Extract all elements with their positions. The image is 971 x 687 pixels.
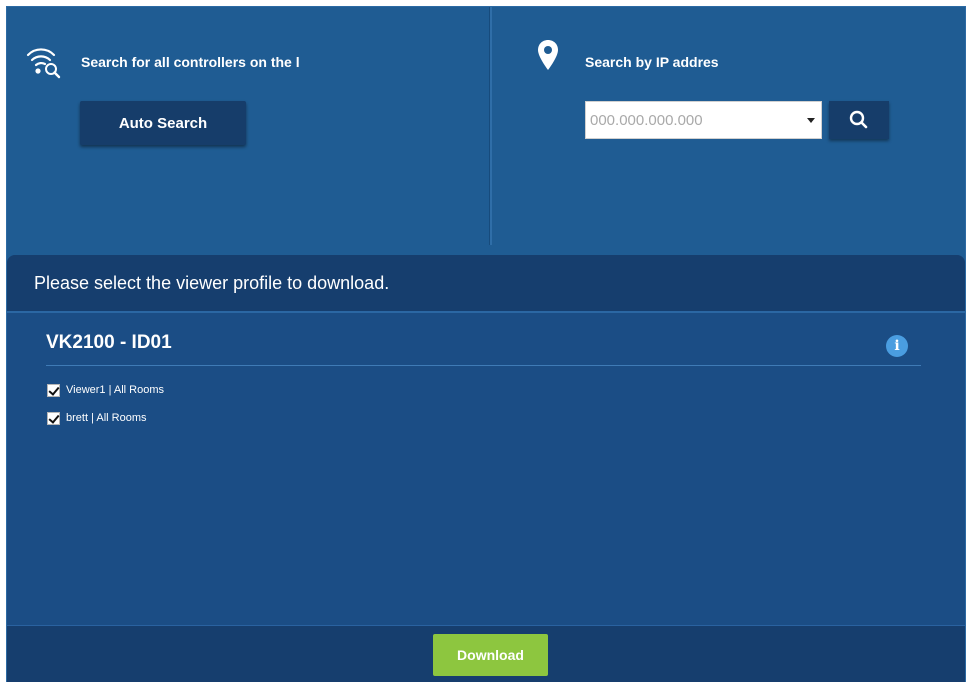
location-pin-icon: [538, 40, 558, 70]
profile-checkbox[interactable]: [47, 383, 60, 397]
device-divider: [46, 365, 921, 366]
dropdown-caret-icon[interactable]: [807, 118, 815, 123]
device-title: VK2100 - ID01: [46, 332, 172, 353]
download-button[interactable]: Download: [433, 634, 548, 676]
profile-checkbox[interactable]: [47, 411, 60, 425]
profile-label: brett | All Rooms: [66, 412, 147, 424]
info-icon[interactable]: i: [886, 335, 908, 357]
panel-header: Please select the viewer profile to down…: [7, 255, 965, 313]
wifi-search-icon: [26, 48, 61, 79]
ip-search-button[interactable]: [829, 101, 889, 139]
auto-search-button[interactable]: Auto Search: [80, 101, 246, 145]
viewer-profile-panel: Please select the viewer profile to down…: [7, 255, 965, 625]
magnifier-icon: [849, 110, 868, 129]
section-divider: [489, 7, 492, 245]
ip-search-title: Search by IP addres: [585, 54, 719, 70]
panel-header-text: Please select the viewer profile to down…: [34, 273, 390, 293]
search-section: Search for all controllers on the l Auto…: [7, 7, 965, 245]
ip-address-combobox[interactable]: [585, 101, 822, 139]
auto-search-title: Search for all controllers on the l: [81, 54, 300, 70]
ip-address-input[interactable]: [586, 102, 796, 138]
footer-bar: Download: [7, 625, 965, 682]
profile-item[interactable]: brett | All Rooms: [47, 410, 147, 426]
controller-search-window: Search for all controllers on the l Auto…: [6, 6, 966, 682]
profile-label: Viewer1 | All Rooms: [66, 384, 165, 396]
profile-item[interactable]: Viewer1 | All Rooms: [47, 382, 164, 398]
